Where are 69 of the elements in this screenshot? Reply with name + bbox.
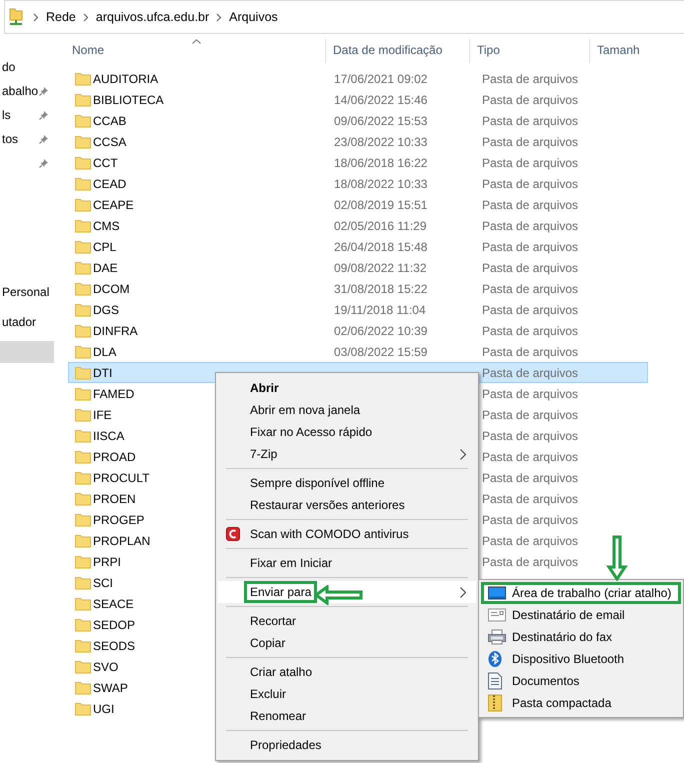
file-name: CEAD <box>93 176 126 190</box>
type-cell: Pasta de arquivos <box>482 408 578 422</box>
file-name: IFE <box>93 408 112 422</box>
type-cell: Pasta de arquivos <box>482 470 578 484</box>
date-cell: 19/11/2018 11:04 <box>334 302 426 316</box>
file-name: SEACE <box>93 596 134 610</box>
type-cell: Pasta de arquivos <box>482 512 578 526</box>
file-name: SCI <box>93 576 114 590</box>
type-cell: Pasta de arquivos <box>482 344 578 358</box>
file-name: PRPI <box>93 554 122 568</box>
type-cell: Pasta de arquivos <box>482 114 578 128</box>
date-cell: 26/04/2018 15:48 <box>334 240 428 254</box>
file-name: DAE <box>93 260 118 274</box>
file-name: AUDITORIA <box>93 72 158 86</box>
file-name: PROAD <box>93 450 136 464</box>
type-cell: Pasta de arquivos <box>482 534 578 548</box>
date-cell: 02/08/2019 15:51 <box>334 198 428 212</box>
file-name: CMS <box>93 218 120 232</box>
date-cell: 31/08/2018 15:22 <box>334 282 428 296</box>
date-cell: 02/05/2016 11:29 <box>334 218 427 232</box>
file-name: PROCULT <box>93 470 150 484</box>
file-name: IISCA <box>93 428 124 442</box>
type-cell: Pasta de arquivos <box>482 428 578 442</box>
type-cell: Pasta de arquivos <box>482 492 578 506</box>
file-name: CEAPE <box>93 198 134 212</box>
file-name: PROGEP <box>93 512 144 526</box>
file-name: SVO <box>93 660 118 674</box>
type-cell: Pasta de arquivos <box>482 302 578 316</box>
date-cell: 02/06/2022 10:39 <box>334 324 428 338</box>
type-cell: Pasta de arquivos <box>482 554 578 568</box>
type-cell: Pasta de arquivos <box>482 450 578 464</box>
date-cell: 09/06/2022 15:53 <box>334 114 428 128</box>
date-cell: 17/06/2021 09:02 <box>334 72 428 86</box>
type-cell: Pasta de arquivos <box>482 366 578 380</box>
type-cell: Pasta de arquivos <box>482 324 578 338</box>
file-name: BIBLIOTECA <box>93 92 164 106</box>
file-name: DGS <box>93 302 120 316</box>
file-name: DCOM <box>93 282 130 296</box>
type-cell: Pasta de arquivos <box>482 218 578 232</box>
file-name: SEDOP <box>93 618 136 632</box>
type-cell: Pasta de arquivos <box>482 176 578 190</box>
type-cell: Pasta de arquivos <box>482 92 578 106</box>
file-name: SWAP <box>93 680 128 694</box>
file-name: PROPLAN <box>93 534 150 548</box>
file-name: SEODS <box>93 638 136 652</box>
date-cell: 14/06/2022 15:46 <box>334 92 428 106</box>
type-cell: Pasta de arquivos <box>482 198 578 212</box>
date-cell: 18/08/2022 10:33 <box>334 176 428 190</box>
date-cell: 03/08/2022 15:59 <box>334 344 428 358</box>
file-name: CCAB <box>93 114 126 128</box>
file-name: DTI <box>93 366 112 380</box>
file-name: PROEN <box>93 492 136 506</box>
file-name: DINFRA <box>93 324 138 338</box>
type-cell: Pasta de arquivos <box>482 156 578 170</box>
type-cell: Pasta de arquivos <box>482 386 578 400</box>
file-name: CCT <box>93 156 118 170</box>
date-cell: 18/06/2018 16:22 <box>334 156 428 170</box>
file-name: FAMED <box>93 386 134 400</box>
file-name: DLA <box>93 344 116 358</box>
type-cell: Pasta de arquivos <box>482 282 578 296</box>
file-name: CPL <box>93 240 116 254</box>
type-cell: Pasta de arquivos <box>482 134 578 148</box>
type-cell: Pasta de arquivos <box>482 240 578 254</box>
date-cell: 23/08/2022 10:33 <box>334 134 428 148</box>
type-cell: Pasta de arquivos <box>482 72 578 86</box>
file-name: UGI <box>93 702 114 716</box>
date-cell: 09/08/2022 11:32 <box>334 260 427 274</box>
type-cell: Pasta de arquivos <box>482 260 578 274</box>
file-name: CCSA <box>93 134 126 148</box>
